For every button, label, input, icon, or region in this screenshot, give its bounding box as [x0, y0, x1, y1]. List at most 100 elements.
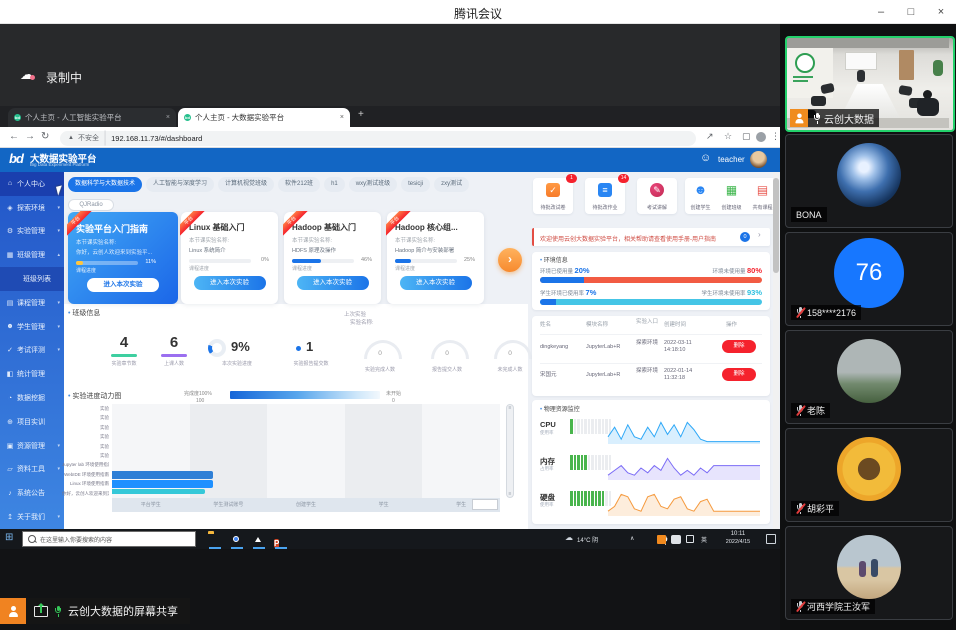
mic-muted-icon	[796, 503, 804, 514]
participant-tile-yunchuang[interactable]: 云创大数据	[785, 36, 955, 132]
enter-experiment-button[interactable]: 进入本次实验	[87, 278, 159, 292]
bookmark-star-icon[interactable]: ☆	[724, 131, 732, 142]
class-tab[interactable]: 软件212班	[278, 177, 320, 192]
class-tab[interactable]: h1	[324, 177, 345, 192]
participant-name: 云创大数据	[824, 111, 874, 126]
sidebar-item-course-mgmt[interactable]: ▤课程管理▾	[0, 291, 64, 315]
maximize-button[interactable]: □	[896, 0, 926, 24]
browser-tab-bigdata-active[interactable]: bd 个人主页 - 大数据实验平台 ×	[178, 108, 350, 127]
participant-tile-bona[interactable]: BONA	[785, 134, 953, 228]
chart-x-labels[interactable]: 平台学生学生测试账号 创建学生学生 学生	[112, 498, 500, 512]
notice-arrow-icon[interactable]: ›	[758, 230, 761, 239]
message-face-icon[interactable]: ☺	[700, 152, 711, 164]
tab-close-icon[interactable]: ×	[340, 114, 344, 121]
sidebar-item-class-list[interactable]: 班级列表	[0, 267, 64, 291]
tray-chat-icon[interactable]	[671, 535, 681, 544]
sidebar-item-personal-center[interactable]: ⌂个人中心	[0, 172, 64, 196]
chart-y-labels: 实验实验 实验实验 实验实验 Jupyter lab 环境使用指南WebIDE …	[62, 404, 109, 498]
browser-menu-icon[interactable]: ⋮	[771, 131, 780, 142]
refresh-icon[interactable]: ↻	[41, 131, 49, 143]
class-tab[interactable]: 计算机视觉班级	[218, 177, 274, 192]
tray-expand-icon[interactable]: ∧	[630, 535, 634, 542]
browser-tab-ai[interactable]: bd 个人主页 - 人工智能实验平台 ×	[8, 108, 176, 127]
sidebar-item-resource-mgmt[interactable]: ▣资源管理▾	[0, 434, 64, 458]
profile-avatar-icon[interactable]	[756, 132, 766, 142]
weather-text[interactable]: 14°C 阴	[577, 535, 598, 544]
chart-zoom-input[interactable]	[472, 499, 498, 510]
sidebar-item-explore-env[interactable]: ◈探索环境▾	[0, 196, 64, 220]
tab-close-icon[interactable]: ×	[166, 114, 170, 121]
grid-icon: ▦	[6, 251, 14, 259]
new-tab-button[interactable]: +	[358, 109, 364, 120]
notification-center-icon[interactable]	[766, 534, 776, 544]
minimize-button[interactable]: –	[866, 0, 896, 24]
input-language[interactable]: 英	[701, 535, 707, 544]
start-button[interactable]: ⊞	[5, 532, 13, 543]
participant-tile-hucaiping[interactable]: 胡彩平	[785, 428, 953, 522]
sidebar-item-stats-mgmt[interactable]: ◧统计管理	[0, 362, 64, 386]
course-card-intro[interactable]: 平台 实验平台入门指南 本节课实验名称: 你好，云创人欢迎来到实验平... 11…	[68, 212, 178, 304]
sidebar-item-exam-review[interactable]: ✓考试评测▾	[0, 339, 64, 363]
env-used-value: 20%	[575, 266, 590, 275]
user-avatar[interactable]	[750, 151, 767, 168]
mic-on-icon	[54, 606, 62, 617]
taskbar-search[interactable]: 在这里输入你要搜索的内容	[22, 531, 196, 547]
class-tab[interactable]: zxy测试	[434, 177, 469, 192]
delete-button[interactable]: 删除	[722, 368, 756, 381]
sidebar-item-project-training[interactable]: ⊕项目实训	[0, 410, 64, 434]
sidebar-item-system-notice[interactable]: ♪系统公告	[0, 481, 64, 505]
chevron-down-icon: ▾	[57, 300, 60, 306]
class-tab[interactable]: 数据科学与大数据技术	[68, 177, 142, 192]
url-text: 192.168.11.73/#/dashboard	[111, 134, 202, 143]
share-page-icon[interactable]: ↗	[706, 131, 714, 142]
sidebar-item-student-mgmt[interactable]: ☻学生管理▾	[0, 315, 64, 339]
photo-avatar	[837, 339, 901, 403]
course-card-hadoop-basic[interactable]: 平台 Hadoop 基础入门 本节课实验名称: HDFS 原理及操作 46% 课…	[284, 212, 381, 304]
session-module: JupyterLab+R	[586, 372, 634, 379]
shortcut-create-student[interactable]: ☻ 创建学生	[685, 178, 716, 214]
enter-experiment-button[interactable]: 进入本次实验	[400, 276, 472, 290]
page-scrollbar-thumb[interactable]	[773, 178, 779, 273]
stat-attendance: 6上课人数	[152, 334, 196, 367]
book-icon: ▤	[6, 299, 14, 307]
mic-muted-icon	[796, 601, 804, 612]
back-icon[interactable]: ←	[9, 131, 19, 143]
enter-experiment-button[interactable]: 进入本次实验	[194, 276, 266, 290]
sidebar-item-experiment-mgmt[interactable]: ⚙实验管理▾	[0, 220, 64, 244]
course-card-linux[interactable]: 平台 Linux 基础入门 本节课实验名称: Linux 系统简介 0% 课程进…	[181, 212, 278, 304]
course-card-hadoop-core[interactable]: 平台 Hadoop 核心组... 本节课实验名称: Hadoop 简介与安装部署…	[387, 212, 484, 304]
participant-tile-wangrujun[interactable]: 河西学院王汝军	[785, 526, 953, 620]
number-avatar: 76	[834, 238, 904, 308]
shortcut-create-class[interactable]: ▦ 创建班级	[716, 178, 747, 214]
clock-time[interactable]: 10:11	[716, 531, 760, 537]
shortcut-pending-papers[interactable]: ✓ 1 待批改试卷	[533, 178, 573, 214]
close-button[interactable]: ×	[926, 0, 956, 24]
tray-orange-app-icon[interactable]	[657, 535, 666, 544]
username[interactable]: teacher	[718, 155, 745, 164]
participant-tile-laochen[interactable]: 老陈	[785, 330, 953, 424]
reader-mode-icon[interactable]: ▢	[742, 131, 751, 142]
progress-track: 25%	[395, 259, 457, 263]
class-tab[interactable]: wxy测试班级	[349, 177, 397, 192]
enter-experiment-button[interactable]: 进入本次实验	[297, 276, 369, 290]
sidebar-item-about-us[interactable]: ↥关于我们▾	[0, 505, 64, 529]
url-field[interactable]: ▲ 不安全 | 192.168.11.73/#/dashboard	[60, 131, 696, 146]
class-selector[interactable]: QJRadio	[68, 199, 114, 211]
delete-button[interactable]: 删除	[722, 340, 756, 353]
notice-badge: 0	[740, 232, 750, 242]
sidebar-item-data-mining[interactable]: ◔数据挖掘	[0, 386, 64, 410]
sidebar-item-material-tools[interactable]: ▱资料工具▾	[0, 458, 64, 482]
tray-generic-icon[interactable]	[686, 535, 694, 543]
participant-tile-2176[interactable]: 76 158****2176	[785, 232, 953, 326]
shortcut-pending-homework[interactable]: ≡ 14 待批改作业	[585, 178, 625, 214]
forward-icon[interactable]: →	[25, 131, 35, 143]
warning-icon: ▲	[68, 135, 74, 141]
clock-date[interactable]: 2022/4/15	[716, 539, 760, 545]
chart-vertical-slider[interactable]	[506, 404, 514, 498]
shortcut-exam-review[interactable]: ✎ 考试讲解	[637, 178, 677, 214]
next-courses-arrow[interactable]: ›	[498, 248, 522, 272]
class-tab[interactable]: 人工智能与深度学习	[146, 177, 214, 192]
sidebar-item-class-mgmt[interactable]: ▦班级管理▴	[0, 243, 64, 267]
class-tab[interactable]: tesicji	[401, 177, 430, 192]
shared-screen-top-strip	[0, 24, 780, 106]
